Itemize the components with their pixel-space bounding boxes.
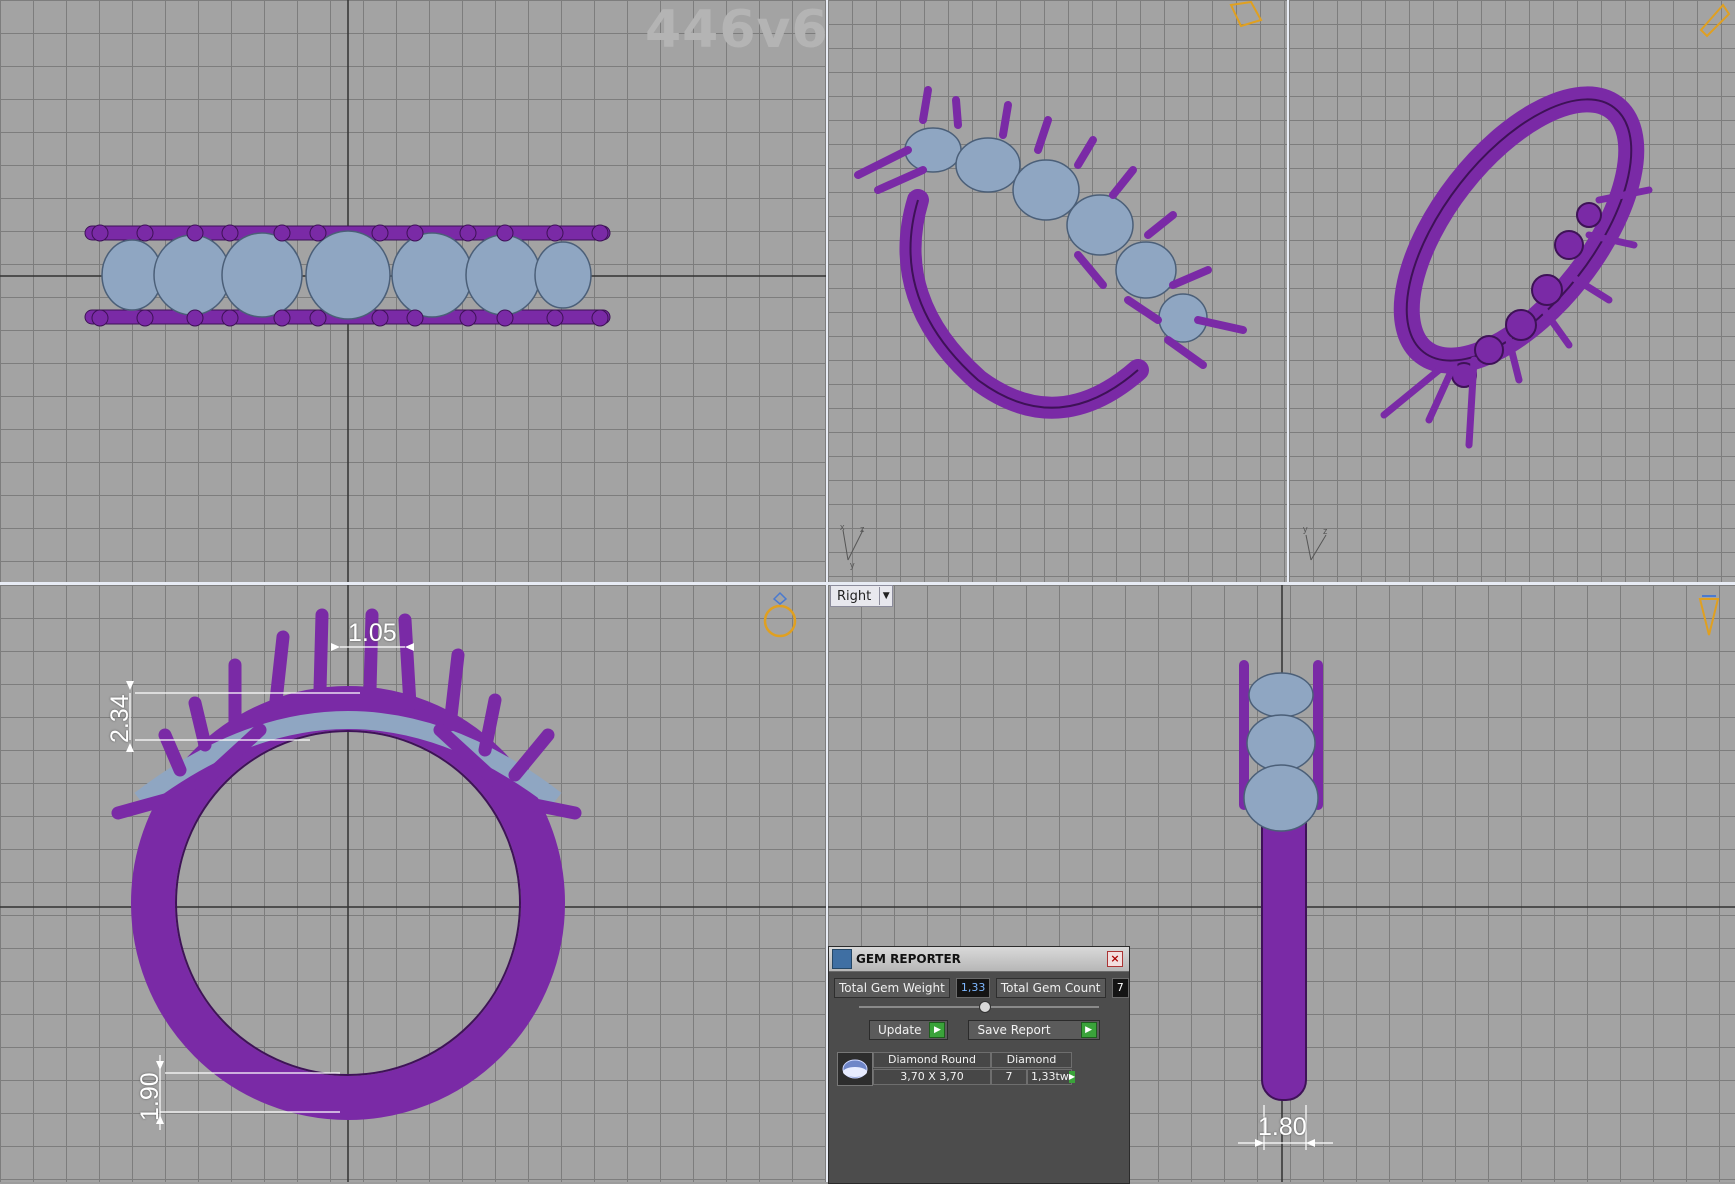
- svg-text:z: z: [1323, 526, 1328, 536]
- svg-text:x: x: [840, 522, 845, 532]
- ring-top-view: [0, 0, 826, 582]
- view-selector-dropdown[interactable]: Right ▼: [830, 585, 894, 607]
- panel-slider[interactable]: [859, 1001, 1099, 1013]
- play-icon[interactable]: ▶: [1068, 1071, 1075, 1083]
- close-icon[interactable]: ×: [1107, 951, 1123, 967]
- gem-view-icon[interactable]: [1694, 591, 1724, 641]
- gem-table-header-shape: Diamond Round: [873, 1052, 991, 1068]
- ring-perspective-view-2: [1380, 86, 1653, 449]
- gem-table-weight-text: 1,33tw: [1031, 1070, 1069, 1083]
- view-cube-icon-2[interactable]: [1693, 0, 1733, 40]
- axis-triad-icon: z x y: [840, 522, 865, 570]
- watermark: 446v6: [645, 0, 826, 60]
- total-gem-weight-label: Total Gem Weight: [834, 978, 950, 998]
- update-button[interactable]: Update ▶: [869, 1020, 949, 1040]
- ring-perspective-view: [854, 86, 1247, 419]
- ring-view-icon[interactable]: [760, 591, 800, 641]
- total-gem-count-label: Total Gem Count: [995, 978, 1106, 998]
- svg-text:y: y: [1303, 524, 1308, 534]
- play-icon: ▶: [929, 1022, 946, 1038]
- svg-text:z: z: [860, 524, 865, 534]
- save-report-button-label: Save Report: [977, 1023, 1051, 1037]
- gem-actions-row: Update ▶ Save Report ▶: [869, 1020, 1129, 1040]
- gem-table-cell-weight[interactable]: 1,33tw ▶: [1027, 1069, 1075, 1085]
- gem-thumbnail[interactable]: [837, 1052, 873, 1086]
- dimension-label-top-width: 1.05: [348, 619, 397, 647]
- dimension-label-shank-width: 1.80: [1258, 1113, 1307, 1141]
- view-cube-icon[interactable]: [1226, 0, 1266, 30]
- chevron-down-icon[interactable]: ▼: [879, 587, 892, 605]
- gem-reporter-app-icon: [832, 949, 852, 969]
- round-diamond-icon: [842, 1059, 868, 1079]
- gem-table-cell-count: 7: [991, 1069, 1027, 1085]
- viewport-top[interactable]: 446v6: [0, 0, 826, 582]
- gem-totals-row: Total Gem Weight 1,33 Total Gem Count 7: [834, 978, 1129, 998]
- dimension-label-shank-height: 1.90: [136, 1072, 164, 1121]
- dimension-label-head-height: 2.34: [106, 694, 134, 743]
- ring-front-view: [0, 585, 826, 1182]
- gem-reporter-panel: GEM REPORTER × Total Gem Weight 1,33 Tot…: [828, 946, 1130, 1184]
- total-gem-weight-value: 1,33: [955, 978, 990, 998]
- gem-table-header-material: Diamond: [991, 1052, 1072, 1068]
- gem-reporter-title: GEM REPORTER: [856, 952, 961, 966]
- viewport-perspective[interactable]: z x y: [828, 0, 1287, 582]
- slider-knob[interactable]: [979, 1001, 991, 1013]
- viewport-perspective-2[interactable]: zy: [1289, 0, 1735, 582]
- play-icon: ▶: [1080, 1022, 1097, 1038]
- total-gem-count-value: 7: [1111, 978, 1129, 998]
- gem-table: Diamond Round Diamond 3,70 X 3,70 7 1,33…: [837, 1052, 1129, 1086]
- gem-table-grid: Diamond Round Diamond 3,70 X 3,70 7 1,33…: [873, 1052, 1075, 1086]
- viewport-front[interactable]: 1.05 2.34 1.90: [0, 585, 826, 1182]
- gem-table-cell-size: 3,70 X 3,70: [873, 1069, 991, 1085]
- save-report-button[interactable]: Save Report ▶: [968, 1020, 1100, 1040]
- view-selector-label: Right: [837, 588, 872, 604]
- update-button-label: Update: [878, 1023, 922, 1037]
- viewport-separator-vertical-2[interactable]: [1287, 0, 1289, 582]
- gem-reporter-titlebar[interactable]: GEM REPORTER ×: [829, 947, 1129, 972]
- svg-text:y: y: [850, 560, 855, 570]
- axis-triad-icon-2: zy: [1303, 524, 1328, 561]
